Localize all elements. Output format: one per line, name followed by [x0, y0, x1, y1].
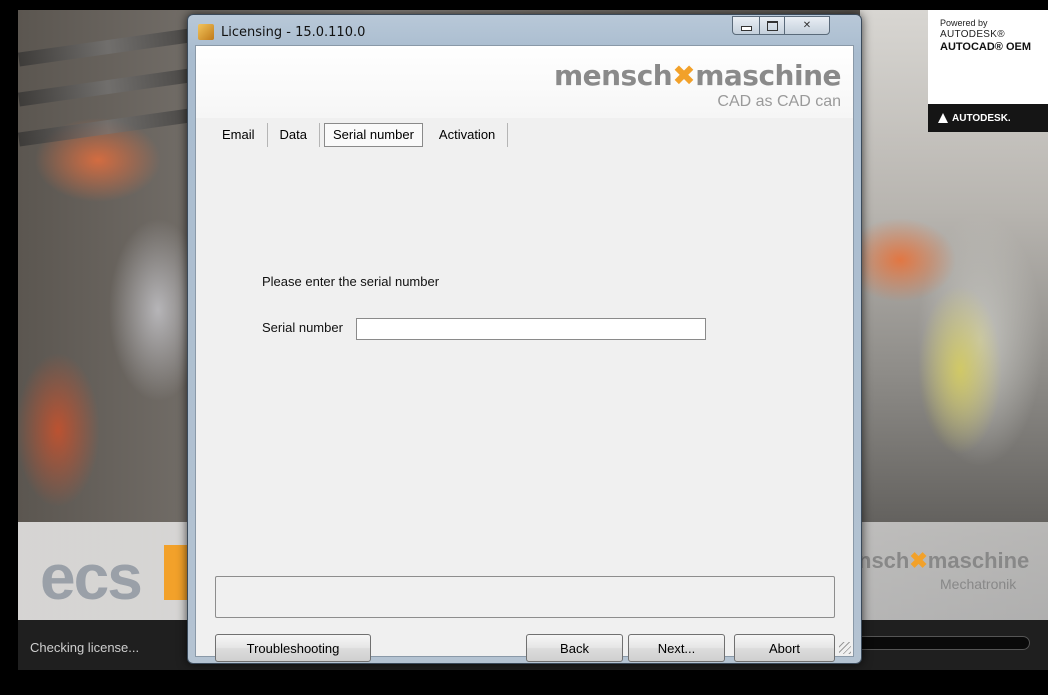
title-bar[interactable]: Licensing - 15.0.110.0 ✕: [188, 15, 861, 45]
header-band: mensch✖maschine CAD as CAD can: [196, 46, 853, 118]
resize-grip[interactable]: [839, 642, 851, 654]
window-title: Licensing - 15.0.110.0: [221, 25, 366, 40]
powered-by-label: Powered by: [940, 18, 988, 28]
mensch-maschine-logo: mensch✖maschine: [553, 59, 842, 92]
splash-logo-left: nsch: [858, 548, 910, 573]
tab-serial-number[interactable]: Serial number: [323, 123, 423, 147]
logo-left: mensch: [553, 59, 673, 92]
serial-number-label: Serial number: [262, 320, 343, 335]
background-decoration: [18, 27, 199, 67]
tagline: CAD as CAD can: [717, 93, 841, 110]
autocad-oem-label: AUTOCAD® OEM: [940, 41, 1032, 53]
app-icon[interactable]: [198, 24, 214, 40]
autodesk-brand-bar: AUTODESK.: [928, 104, 1048, 132]
splash-progress-bar: [855, 636, 1030, 650]
mensch-maschine-splash-logo: nsch✖maschine: [858, 548, 1029, 574]
logo-mark: ✖: [672, 59, 696, 92]
serial-prompt: Please enter the serial number: [262, 274, 440, 289]
mechatronik-label: Mechatronik: [940, 576, 1017, 592]
background-decoration: [18, 107, 199, 147]
serial-number-input[interactable]: [356, 318, 706, 340]
message-box: [215, 576, 835, 618]
tab-email[interactable]: Email: [210, 123, 268, 147]
next-button[interactable]: Next...: [628, 634, 725, 662]
autodesk-brand-label: AUTODESK.: [952, 112, 1011, 124]
logo-right: maschine: [695, 59, 841, 92]
splash-logo-right: maschine: [927, 548, 1030, 573]
dialog-client-area: mensch✖maschine CAD as CAD can Email Dat…: [195, 45, 854, 662]
tab-data[interactable]: Data: [268, 123, 320, 147]
maximize-button[interactable]: [759, 16, 785, 35]
maximize-icon: [766, 20, 778, 31]
abort-button[interactable]: Abort: [734, 634, 835, 662]
ecs-logo: ecs: [40, 541, 143, 613]
close-icon: ✕: [802, 20, 812, 31]
licensing-window: Licensing - 15.0.110.0 ✕ mensch✖maschine…: [187, 14, 862, 664]
splash-logo-mark: ✖: [909, 548, 928, 573]
background-decoration: [18, 67, 199, 107]
close-button[interactable]: ✕: [784, 16, 830, 35]
autodesk-logo-icon: [938, 113, 948, 123]
troubleshooting-button[interactable]: Troubleshooting: [215, 634, 371, 662]
back-button[interactable]: Back: [526, 634, 623, 662]
autodesk-label: AUTODESK®: [940, 29, 1005, 40]
minimize-icon: [740, 26, 752, 31]
status-text: Checking license...: [30, 640, 140, 655]
minimize-button[interactable]: [732, 16, 760, 35]
autodesk-oem-badge: Powered by AUTODESK® AUTOCAD® OEM AUTODE…: [928, 10, 1048, 132]
tab-activation[interactable]: Activation: [427, 123, 509, 147]
tab-bar: Email Data Serial number Activation: [210, 122, 509, 148]
